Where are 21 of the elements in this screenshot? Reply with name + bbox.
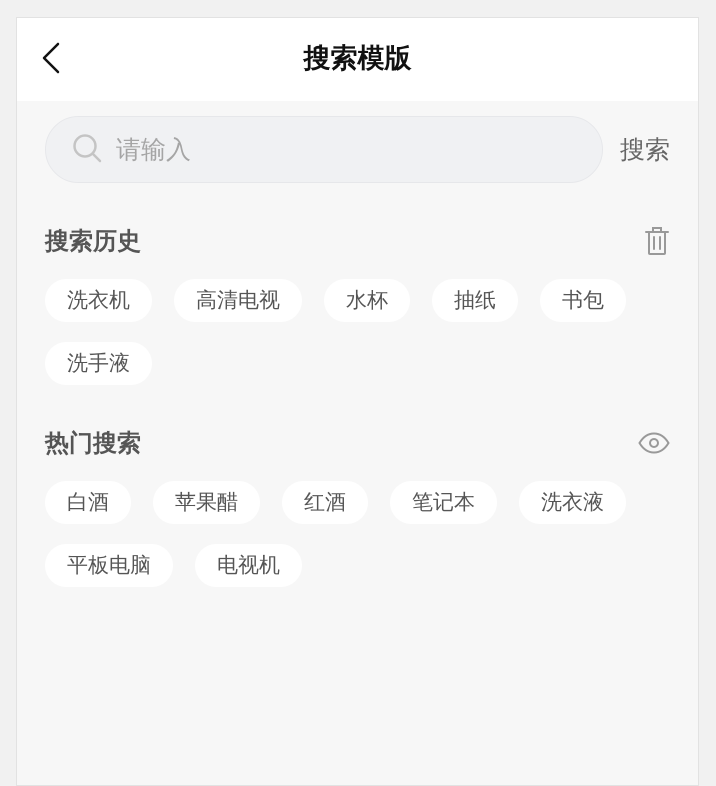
trash-icon[interactable] — [644, 226, 670, 256]
search-tag[interactable]: 电视机 — [195, 544, 302, 587]
search-tag[interactable]: 抽纸 — [432, 279, 518, 322]
search-tag[interactable]: 水杯 — [324, 279, 410, 322]
search-tag[interactable]: 白酒 — [45, 481, 131, 524]
search-tag[interactable]: 洗衣机 — [45, 279, 152, 322]
search-field[interactable]: 请输入 — [45, 116, 603, 183]
search-tag[interactable]: 书包 — [540, 279, 626, 322]
search-tag[interactable]: 高清电视 — [174, 279, 302, 322]
search-tag[interactable]: 洗衣液 — [519, 481, 626, 524]
search-tag[interactable]: 笔记本 — [390, 481, 497, 524]
search-tag[interactable]: 洗手液 — [45, 342, 152, 385]
search-icon — [72, 133, 104, 165]
search-tag[interactable]: 苹果醋 — [153, 481, 260, 524]
search-button[interactable]: 搜索 — [620, 130, 670, 168]
search-tag[interactable]: 平板电脑 — [45, 544, 173, 587]
eye-icon[interactable] — [638, 432, 670, 454]
search-tag[interactable]: 红酒 — [282, 481, 368, 524]
page-title: 搜索模版 — [304, 42, 412, 76]
section-title: 热门搜索 — [45, 428, 141, 459]
section-title: 搜索历史 — [45, 226, 141, 257]
